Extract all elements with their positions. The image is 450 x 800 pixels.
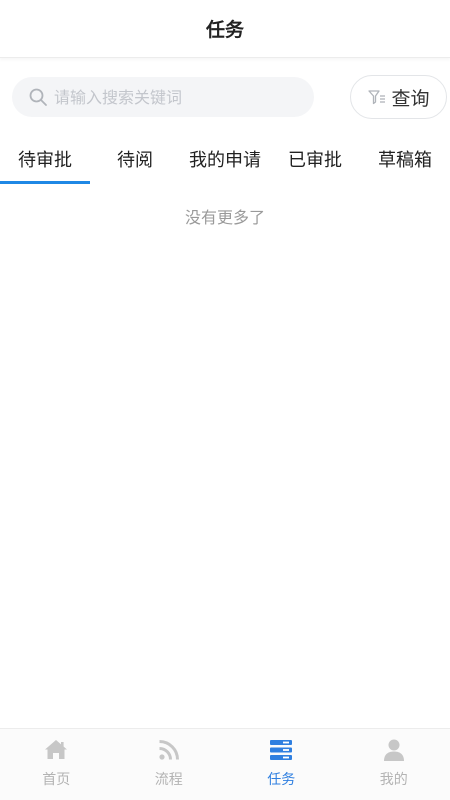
app-root: 任务 查询 待审批 待阅 我的申请: [0, 0, 450, 800]
nav-label: 我的: [379, 772, 408, 788]
tab-bar: 待审批 待阅 我的申请 已审批 草稿箱: [0, 134, 450, 186]
search-icon: [29, 88, 47, 106]
tab-label: 待审批: [18, 150, 72, 171]
tab-my-applications[interactable]: 我的申请: [180, 134, 270, 186]
nav-label: 流程: [154, 772, 183, 788]
tab-approved[interactable]: 已审批: [270, 134, 360, 186]
query-button[interactable]: 查询: [350, 75, 447, 119]
tab-label: 已审批: [288, 150, 342, 171]
filter-icon: [368, 90, 386, 105]
task-list-icon: [270, 740, 293, 760]
tab-label: 草稿箱: [378, 150, 432, 171]
search-input[interactable]: [54, 79, 294, 115]
rss-icon: [159, 740, 179, 760]
user-icon: [383, 739, 404, 761]
tab-label: 我的申请: [189, 150, 261, 171]
page-title: 任务: [205, 19, 244, 41]
home-icon: [45, 740, 68, 759]
nav-item-mine[interactable]: 我的: [338, 729, 450, 800]
header-bar: 任务: [0, 0, 450, 58]
tab-pending-approval[interactable]: 待审批: [0, 134, 90, 186]
nav-label: 任务: [267, 772, 296, 788]
empty-list-text: 没有更多了: [184, 208, 265, 227]
nav-item-tasks[interactable]: 任务: [225, 729, 338, 800]
tab-label: 待阅: [117, 150, 153, 171]
bottom-nav: 首页 流程 任务 我的: [0, 728, 450, 800]
query-button-label: 查询: [391, 87, 430, 110]
tab-to-read[interactable]: 待阅: [90, 134, 180, 186]
search-box[interactable]: [12, 77, 314, 117]
tab-drafts[interactable]: 草稿箱: [360, 134, 450, 186]
nav-item-process[interactable]: 流程: [113, 729, 226, 800]
search-row: 查询: [0, 72, 450, 122]
active-tab-indicator: [0, 181, 90, 184]
nav-item-home[interactable]: 首页: [0, 729, 113, 800]
nav-label: 首页: [42, 772, 71, 788]
